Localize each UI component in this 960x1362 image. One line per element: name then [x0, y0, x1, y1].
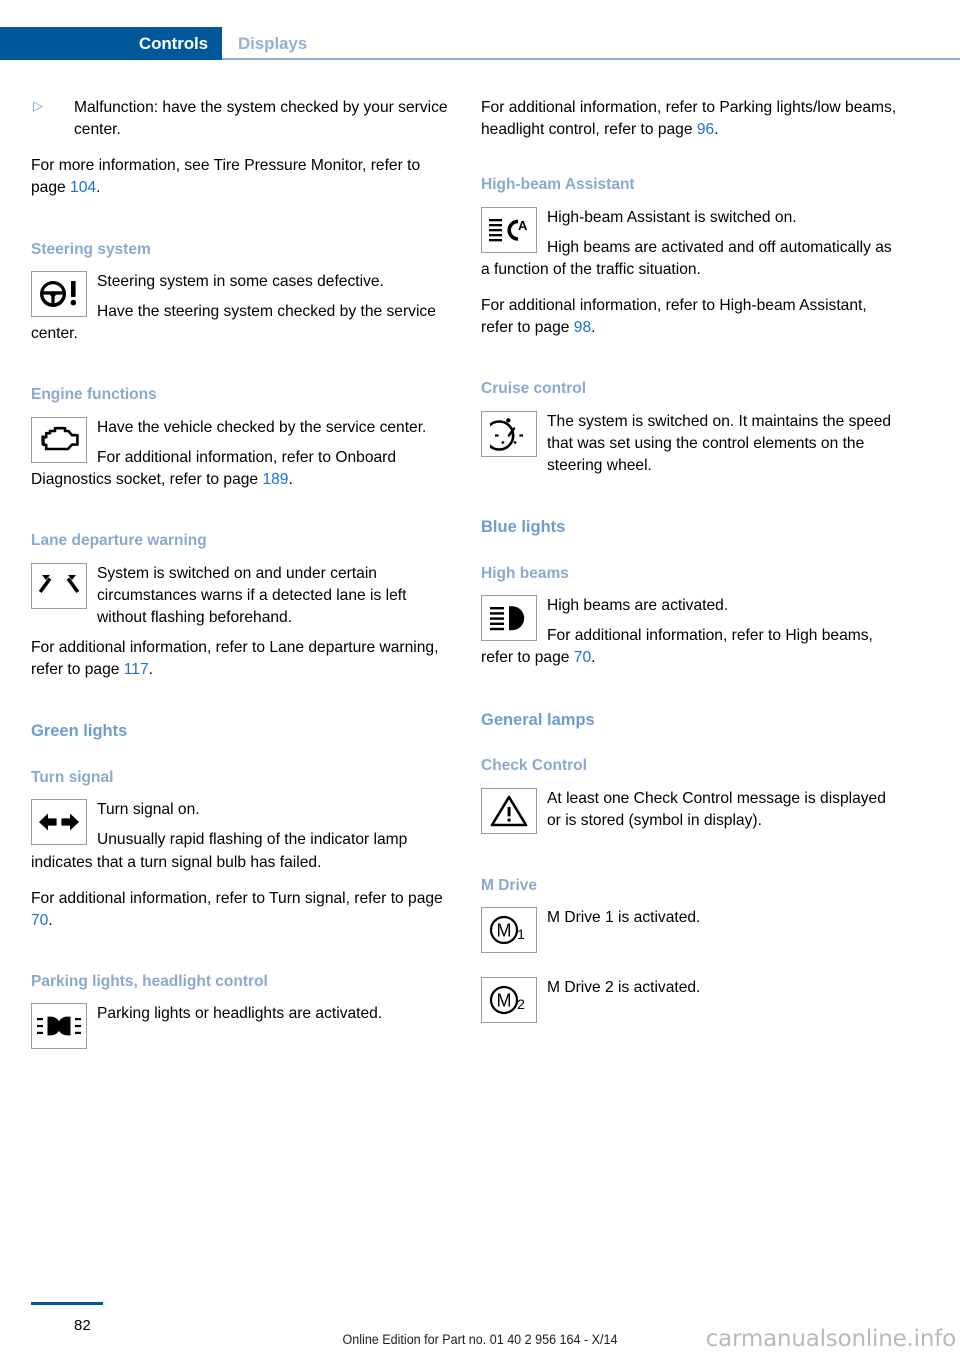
m-drive-2-text: M Drive 2 is activated.	[547, 978, 701, 996]
hba-page-link[interactable]: 98	[574, 319, 591, 336]
malfunction-bullet-item: ▷ Malfunction: have the system checked b…	[31, 97, 451, 141]
tpms-page-link[interactable]: 104	[70, 179, 96, 196]
tab-displays[interactable]: Displays	[238, 34, 307, 54]
m-drive-1-text: M Drive 1 is activated.	[547, 908, 701, 926]
cruise-control-entry: The system is switched on. It maintains …	[481, 410, 901, 477]
parking-lights-entry: Parking lights or headlights are acti­va…	[31, 1003, 451, 1051]
turn-ref-before: For additional information, refer to Tur…	[31, 889, 443, 907]
heading-steering-system: Steering system	[31, 240, 151, 258]
lane-departure-warning-icon	[31, 562, 87, 609]
hb-ref-before: For additional information, refer to Hig…	[481, 627, 873, 667]
parking-reference-text: For additional information, refer to Par…	[481, 97, 901, 141]
parking-page-link[interactable]: 96	[697, 121, 714, 138]
parking-lights-icon	[31, 1003, 87, 1050]
engine-page-link[interactable]: 189	[262, 471, 288, 488]
heading-blue-lights: Blue lights	[481, 518, 566, 537]
heading-parking-lights: Parking lights, headlight control	[31, 972, 268, 990]
steering-system-entry: Steering system in some cases defec­tive…	[31, 270, 451, 345]
cruise-control-line1: The system is switched on. It maintains …	[547, 412, 892, 475]
check-control-entry: At least one Check Control message is di…	[481, 787, 901, 836]
high-beam-assistant-line1: High-beam Assistant is switched on.	[547, 208, 797, 226]
m-drive-1-entry: M 1 M Drive 1 is activated.	[481, 906, 901, 955]
site-watermark: carmanualsonline.info	[705, 1326, 957, 1352]
high-beams-reference: For additional information, refer to Hig…	[481, 625, 901, 669]
high-beam-assistant-icon: A	[481, 206, 537, 253]
turn-signal-arrows-icon	[31, 799, 87, 846]
hba-ref-after: .	[591, 319, 596, 337]
lane-page-link[interactable]: 117	[124, 661, 149, 678]
m-drive-2-entry: M 2 M Drive 2 is activated.	[481, 976, 901, 1025]
tab-controls[interactable]: Controls	[0, 27, 222, 60]
high-beam-assistant-line2: High beams are activated and off auto­ma…	[481, 238, 892, 278]
page-header: Controls	[0, 27, 960, 60]
heading-turn-signal: Turn signal	[31, 768, 114, 786]
turn-signal-entry: Turn signal on. Unusually rapid flashing…	[31, 799, 451, 873]
triangle-right-bullet-icon: ▷	[33, 98, 43, 113]
engine-functions-reference: For additional information, refer to On­…	[31, 447, 451, 491]
tab-controls-label: Controls	[138, 34, 208, 53]
high-beam-icon	[481, 595, 537, 642]
high-beam-assistant-entry: A High-beam Assistant is switched on. Hi…	[481, 206, 901, 281]
m-drive-1-icon: M 1	[481, 906, 537, 953]
heading-engine-functions: Engine functions	[31, 386, 157, 404]
turn-signal-line1: Turn signal on.	[97, 801, 200, 819]
svg-text:A: A	[518, 218, 528, 233]
steering-system-line1: Steering system in some cases defec­tive…	[97, 272, 384, 290]
turn-signal-line2: Unusually rapid flashing of the indicato…	[31, 831, 408, 871]
heading-lane-departure-warning: Lane departure warning	[31, 532, 207, 550]
hb-ref-after: .	[591, 649, 596, 667]
malfunction-bullet-text: Malfunction: have the system checked by …	[74, 99, 448, 139]
turn-page-link[interactable]: 70	[31, 912, 48, 929]
high-beam-assistant-reference: For additional information, refer to Hig…	[481, 295, 901, 339]
engine-functions-entry: Have the vehicle checked by the serv­ice…	[31, 416, 451, 491]
svg-text:1: 1	[517, 926, 525, 942]
tpms-reference-text: For more information, see Tire Pressure …	[31, 155, 451, 199]
lane-departure-entry: System is switched on and under cer­tain…	[31, 562, 451, 682]
steering-wheel-warning-icon	[31, 270, 87, 317]
check-engine-icon	[31, 416, 87, 463]
parking-lights-line1: Parking lights or headlights are acti­va…	[97, 1005, 383, 1023]
svg-text:M: M	[497, 990, 512, 1010]
turn-ref-after: .	[48, 911, 53, 929]
turn-signal-reference: For additional information, refer to Tur…	[31, 888, 451, 932]
hb-page-link[interactable]: 70	[574, 649, 591, 666]
heading-m-drive: M Drive	[481, 876, 537, 894]
left-column: ▷ Malfunction: have the system checked b…	[31, 97, 451, 1051]
lane-ref-after: .	[148, 661, 153, 679]
check-control-line1: At least one Check Control message is di…	[547, 789, 886, 829]
m-drive-2-icon: M 2	[481, 976, 537, 1023]
heading-check-control: Check Control	[481, 757, 587, 775]
engine-ref-after: .	[288, 471, 293, 489]
engine-functions-line1: Have the vehicle checked by the serv­ice…	[97, 418, 427, 436]
hba-ref-before: For additional information, refer to Hig…	[481, 297, 867, 337]
heading-green-lights: Green lights	[31, 722, 128, 741]
lane-ref-before: For additional information, refer to Lan…	[31, 638, 439, 679]
svg-text:M: M	[497, 920, 512, 940]
footer-divider	[31, 1302, 103, 1305]
heading-high-beam-assistant: High-beam Assistant	[481, 176, 635, 194]
heading-high-beams: High beams	[481, 564, 569, 582]
cruise-control-speedometer-icon	[481, 410, 537, 457]
high-beams-entry: High beams are activated. For additional…	[481, 595, 901, 669]
steering-system-line2: Have the steering system checked by the …	[31, 303, 436, 343]
high-beams-line1: High beams are activated.	[547, 597, 729, 615]
heading-general-lamps: General lamps	[481, 710, 595, 729]
parking-ref-before: For additional information, refer to Par…	[481, 99, 897, 139]
lane-departure-reference: For additional information, refer to Lan…	[31, 637, 451, 681]
warning-triangle-icon	[481, 787, 537, 834]
heading-cruise-control: Cruise control	[481, 380, 587, 398]
lane-departure-line1: System is switched on and under cer­tain…	[97, 564, 407, 626]
parking-ref-after: .	[714, 121, 719, 139]
tpms-ref-after: .	[96, 179, 101, 197]
right-column: For additional information, refer to Par…	[481, 97, 901, 1025]
svg-text:2: 2	[517, 996, 525, 1012]
header-divider	[222, 58, 960, 60]
